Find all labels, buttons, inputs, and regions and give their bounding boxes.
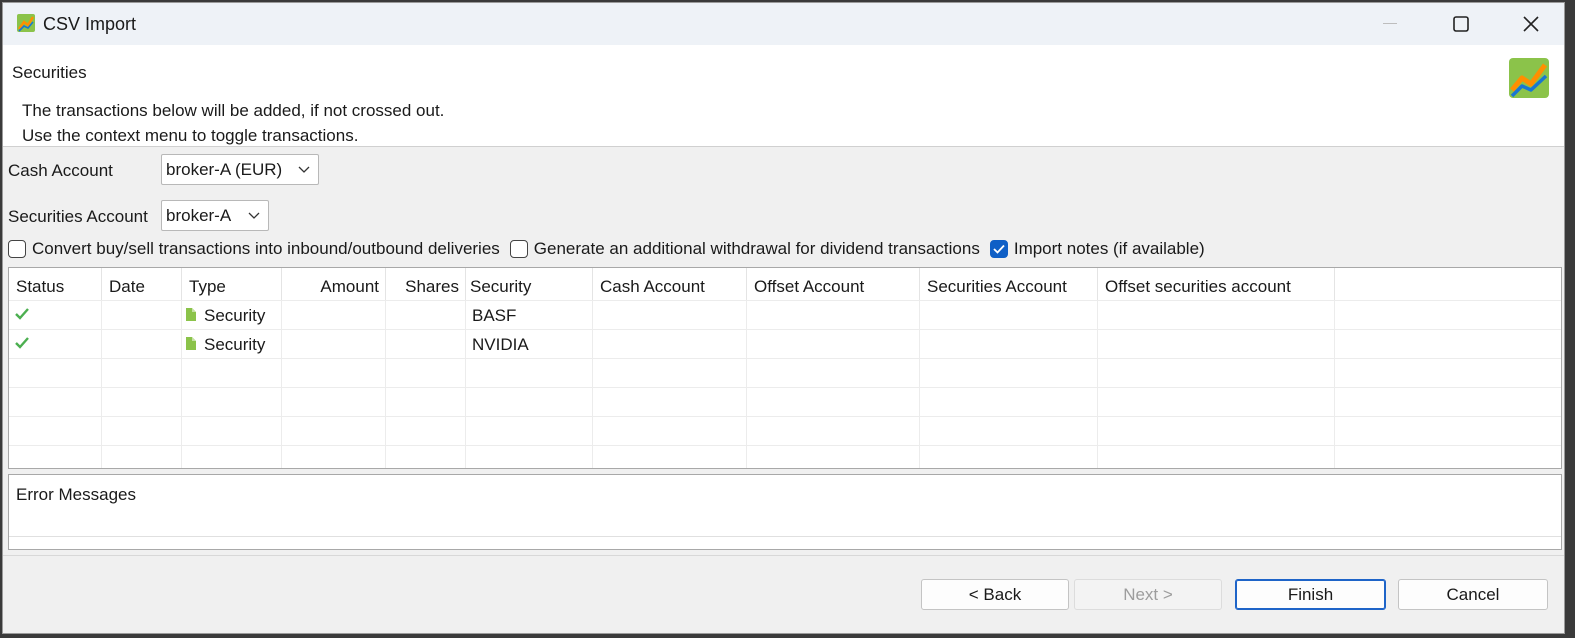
error-messages-title: Error Messages — [16, 485, 136, 504]
securities-account-value: broker-A — [166, 206, 232, 225]
transactions-table[interactable]: Status Date Type Amount Shares Security … — [8, 267, 1562, 469]
securities-account-combo[interactable]: broker-A — [161, 200, 269, 231]
maximize-icon — [1453, 16, 1469, 32]
column-header-cash-account[interactable]: Cash Account — [593, 268, 747, 300]
cash-account-combo[interactable]: broker-A (EUR) — [161, 154, 319, 185]
column-header-offset-securities-account[interactable]: Offset securities account — [1098, 268, 1335, 300]
checkmark-icon — [15, 307, 29, 320]
security-cell: BASF — [466, 301, 593, 330]
app-logo-icon — [17, 14, 35, 32]
empty-table-row — [9, 445, 1561, 468]
offset-securities-account-cell — [1098, 330, 1335, 359]
chevron-down-icon — [298, 166, 310, 173]
convert-deliveries-checkbox[interactable] — [8, 240, 26, 258]
description-line-1: The transactions below will be added, if… — [22, 101, 445, 120]
document-icon — [186, 308, 196, 322]
options-row: Convert buy/sell transactions into inbou… — [8, 238, 1215, 260]
chevron-down-icon — [248, 212, 260, 219]
type-cell: Security — [182, 330, 282, 359]
status-cell — [9, 301, 102, 330]
amount-cell — [282, 330, 386, 359]
error-messages-panel: Error Messages — [8, 474, 1562, 550]
offset-securities-account-cell — [1098, 301, 1335, 330]
back-button[interactable]: < Back — [921, 579, 1069, 610]
type-label: Security — [204, 335, 266, 354]
window-title: CSV Import — [43, 14, 137, 34]
additional-withdrawal-label[interactable]: Generate an additional withdrawal for di… — [534, 239, 980, 259]
table-header: Status Date Type Amount Shares Security … — [9, 268, 1561, 300]
column-header-date[interactable]: Date — [102, 268, 182, 300]
date-cell — [102, 330, 182, 359]
checkmark-icon — [993, 244, 1005, 254]
portfolio-logo-icon — [1509, 58, 1549, 98]
minimize-button[interactable] — [1355, 3, 1425, 45]
type-cell: Security — [182, 301, 282, 330]
minimize-icon — [1383, 23, 1397, 24]
column-header-offset-account[interactable]: Offset Account — [747, 268, 920, 300]
cancel-button[interactable]: Cancel — [1398, 579, 1548, 610]
amount-cell — [282, 301, 386, 330]
type-label: Security — [204, 306, 266, 325]
column-header-status[interactable]: Status — [9, 268, 102, 300]
finish-button[interactable]: Finish — [1235, 579, 1386, 610]
checkmark-icon — [15, 336, 29, 349]
document-icon — [186, 337, 196, 351]
table-row[interactable]: Security BASF — [9, 300, 1561, 330]
table-row[interactable]: Security NVIDIA — [9, 329, 1561, 359]
date-cell — [102, 301, 182, 330]
column-header-security[interactable]: Security — [466, 268, 593, 300]
empty-table-row — [9, 358, 1561, 388]
cash-account-label: Cash Account — [8, 161, 113, 180]
securities-account-cell — [920, 301, 1098, 330]
convert-deliveries-label[interactable]: Convert buy/sell transactions into inbou… — [32, 239, 500, 259]
button-bar-separator — [3, 555, 1564, 556]
column-header-amount[interactable]: Amount — [282, 268, 386, 300]
cash-account-cell — [593, 301, 747, 330]
import-notes-label[interactable]: Import notes (if available) — [1014, 239, 1205, 259]
description-line-2: Use the context menu to toggle transacti… — [22, 126, 359, 145]
cash-account-cell — [593, 330, 747, 359]
securities-account-cell — [920, 330, 1098, 359]
column-header-securities-account[interactable]: Securities Account — [920, 268, 1098, 300]
wizard-header: Securities The transactions below will b… — [3, 45, 1564, 147]
close-button[interactable] — [1496, 3, 1564, 45]
offset-account-cell — [747, 301, 920, 330]
empty-table-row — [9, 387, 1561, 417]
page-title: Securities — [12, 63, 87, 82]
divider — [9, 536, 1561, 537]
shares-cell — [386, 330, 466, 359]
import-notes-checkbox[interactable] — [989, 240, 1008, 258]
maximize-button[interactable] — [1426, 3, 1496, 45]
cash-account-value: broker-A (EUR) — [166, 160, 283, 179]
offset-account-cell — [747, 330, 920, 359]
title-bar: CSV Import — [3, 3, 1564, 45]
column-header-type[interactable]: Type — [182, 268, 282, 300]
column-header-shares[interactable]: Shares — [386, 268, 466, 300]
status-cell — [9, 330, 102, 359]
close-icon — [1523, 16, 1539, 32]
next-button[interactable]: Next > — [1074, 579, 1222, 610]
security-cell: NVIDIA — [466, 330, 593, 359]
shares-cell — [386, 301, 466, 330]
csv-import-window: CSV Import Securities The transactions b… — [2, 2, 1565, 634]
empty-table-row — [9, 416, 1561, 446]
securities-account-label: Securities Account — [8, 207, 148, 226]
additional-withdrawal-checkbox[interactable] — [509, 240, 528, 258]
